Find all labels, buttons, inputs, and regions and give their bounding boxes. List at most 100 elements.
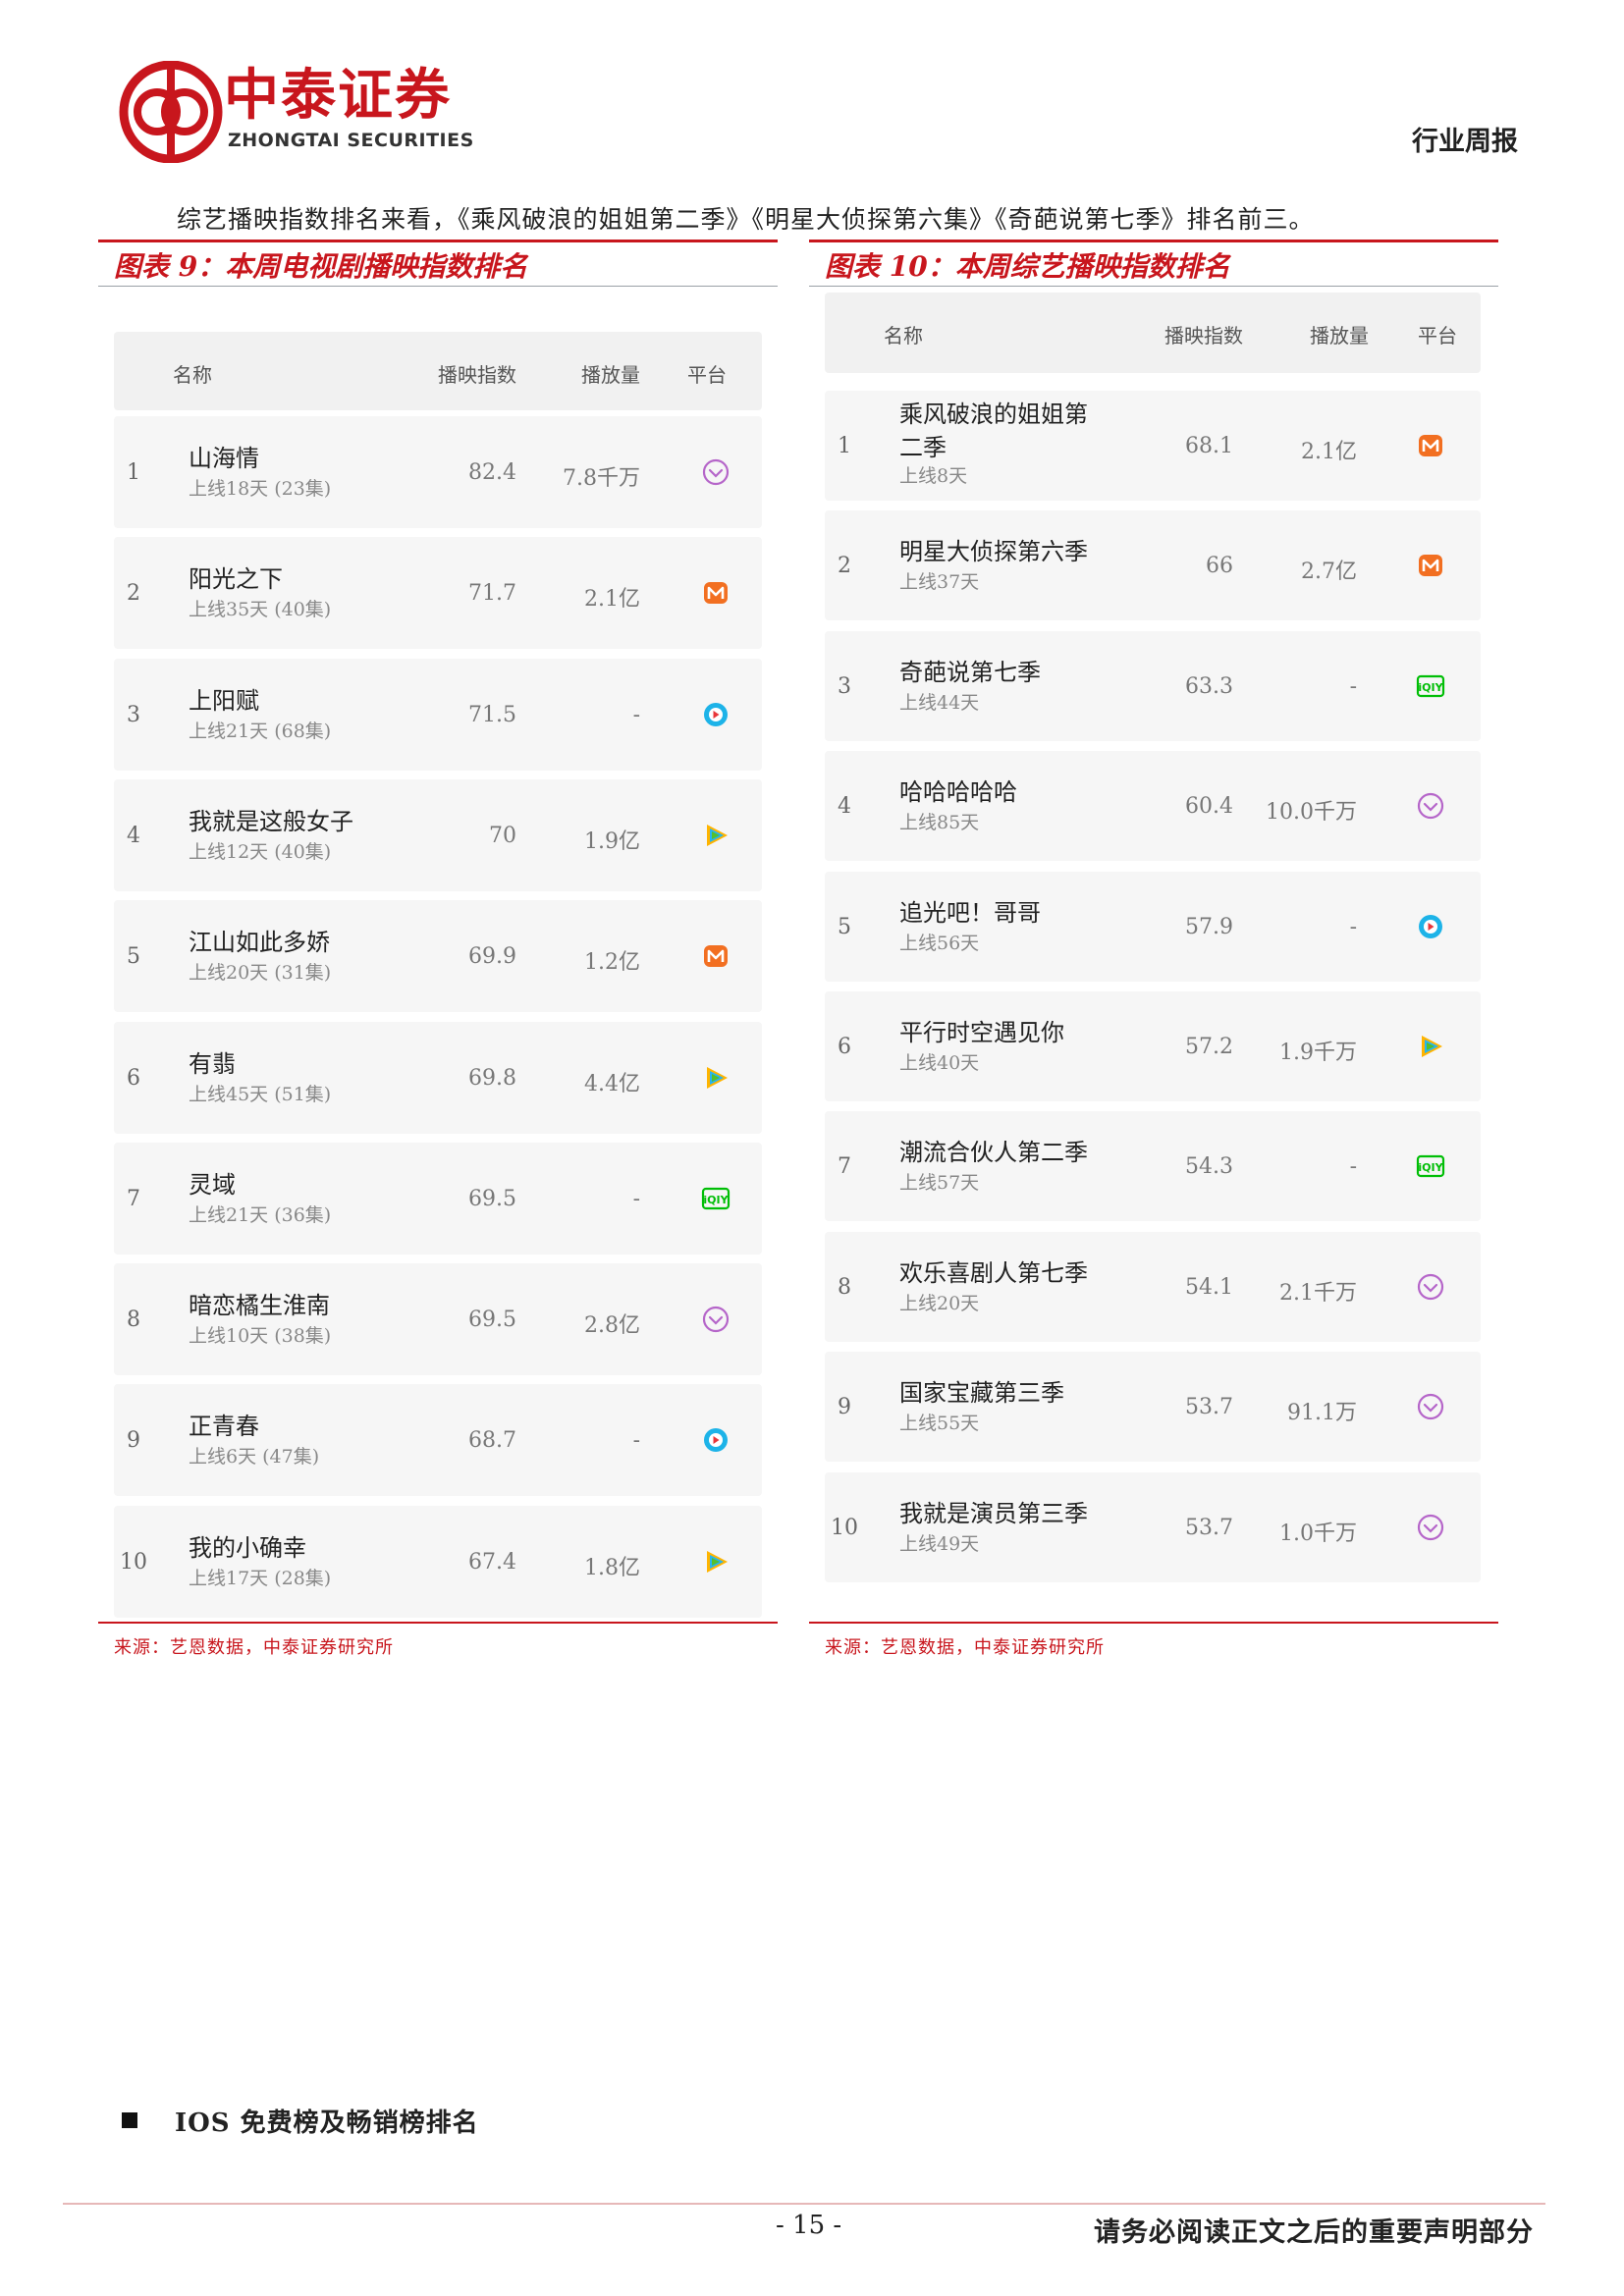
- table-row: 7 潮流合伙人第二季 上线57天 54.3 - iQIY: [825, 1111, 1481, 1222]
- table-row: 5 江山如此多娇 上线20天 (31集) 69.9 1.2亿: [114, 900, 762, 1013]
- table-row: 8 暗恋橘生淮南 上线10天 (38集) 69.5 2.8亿: [114, 1263, 762, 1376]
- table-header: 名称 播映指数 播放量 平台: [825, 293, 1481, 373]
- play-count: 2.1千万: [1279, 1280, 1357, 1306]
- section-bullet: [122, 2112, 137, 2128]
- release-info: 上线57天: [899, 1172, 980, 1195]
- release-info: 上线55天: [899, 1413, 980, 1435]
- tv-source-note: 来源：艺恩数据，中泰证券研究所: [114, 1637, 394, 1658]
- table-row: 4 我就是这般女子 上线12天 (40集) 70 1.9亿: [114, 778, 762, 891]
- table-row: 1 乘风破浪的姐姐第 二季 上线8天 68.1 2.1亿: [825, 391, 1481, 501]
- rank-number: 1: [127, 460, 140, 485]
- title-name: 我的小确幸: [189, 1533, 306, 1562]
- tencent-icon: [701, 1425, 731, 1455]
- iqiyi-icon: iQIY: [1416, 671, 1445, 701]
- variety-source-note: 来源：艺恩数据，中泰证券研究所: [825, 1637, 1105, 1658]
- rank-number: 6: [127, 1065, 140, 1091]
- play-index: 68.7: [468, 1428, 516, 1454]
- play-count: 1.2亿: [584, 950, 640, 976]
- release-info: 上线21天 (68集): [189, 720, 332, 742]
- rank-number: 6: [838, 1035, 851, 1059]
- release-info: 上线49天: [899, 1532, 980, 1555]
- rank-number: 7: [838, 1154, 851, 1180]
- table-row: 1 山海情 上线18天 (23集) 82.4 7.8千万: [114, 416, 762, 528]
- youku-icon: [1416, 1513, 1445, 1542]
- play-index: 69.5: [468, 1186, 516, 1211]
- table-row: 10 我的小确幸 上线17天 (28集) 67.4 1.8亿: [114, 1505, 762, 1618]
- column-header: 平台: [687, 363, 727, 387]
- column-header: 播放量: [1310, 324, 1369, 347]
- title-name: 灵域: [189, 1170, 236, 1199]
- title-name: 追光吧！哥哥: [899, 898, 1041, 927]
- rank-number: 9: [127, 1428, 140, 1454]
- play-index: 57.9: [1185, 914, 1233, 939]
- rank-number: 3: [127, 702, 140, 727]
- rank-number: 4: [127, 823, 140, 848]
- table-row: 2 明星大侦探第六季上线37天 66 2.7亿: [825, 510, 1481, 621]
- rank-number: 8: [838, 1274, 851, 1300]
- release-info: 上线20天: [899, 1292, 980, 1314]
- brand-name-cn: 中泰证券: [224, 64, 452, 128]
- play-count: 2.8亿: [584, 1313, 640, 1339]
- play-count: 2.1亿: [1301, 440, 1357, 464]
- play-index: 53.7: [1185, 1395, 1233, 1420]
- play-count: 1.0千万: [1279, 1521, 1357, 1546]
- zhongtai-logo: [119, 61, 223, 163]
- column-header: 平台: [1418, 324, 1457, 347]
- svg-text:iQIY: iQIY: [1418, 1161, 1443, 1174]
- play-count: 1.9千万: [1279, 1041, 1357, 1065]
- release-info: 上线17天 (28集): [189, 1567, 332, 1589]
- title-name: 奇葩说第七季: [899, 658, 1041, 686]
- tencent-video-icon: [701, 1547, 731, 1576]
- rank-number: 2: [838, 554, 851, 579]
- mgtv-icon: [1416, 431, 1445, 460]
- play-count: 7.8千万: [563, 466, 640, 491]
- play-count: -: [632, 1428, 640, 1454]
- title-name: 明星大侦探第六季: [899, 538, 1088, 566]
- page-number: - 15 -: [776, 2211, 842, 2240]
- column-header: 播映指数: [1164, 324, 1243, 347]
- tencent-video-icon: [701, 1063, 731, 1093]
- svg-text:iQIY: iQIY: [703, 1194, 729, 1206]
- tencent-icon: [701, 700, 731, 729]
- table-row: 9 国家宝藏第三季 上线55天 53.7 91.1万: [825, 1352, 1481, 1463]
- iqiyi-icon: iQIY: [1416, 1151, 1445, 1181]
- title-name-cont: 二季: [899, 434, 947, 461]
- table-row: 3 上阳赋 上线21天 (68集) 71.5 -: [114, 658, 762, 771]
- play-index: 54.3: [1185, 1154, 1233, 1180]
- rank-number: 9: [838, 1395, 851, 1420]
- title-name: 平行时空遇见你: [899, 1019, 1064, 1046]
- title-name: 暗恋橘生淮南: [189, 1292, 330, 1320]
- release-info: 上线37天: [899, 571, 980, 594]
- table-row: 9 正青春 上线6天 (47集) 68.7 -: [114, 1384, 762, 1497]
- tencent-video-icon: [1416, 1032, 1445, 1061]
- youku-icon: [1416, 1272, 1445, 1302]
- play-count: 2.7亿: [1301, 560, 1357, 585]
- release-info: 上线35天 (40集): [189, 599, 332, 621]
- footer-disclaimer: 请务必阅读正文之后的重要声明部分: [1094, 2217, 1534, 2248]
- release-info: 上线12天 (40集): [189, 840, 332, 863]
- release-info: 上线56天: [899, 932, 980, 954]
- play-index: 54.1: [1185, 1274, 1233, 1300]
- play-index: 66: [1206, 554, 1233, 579]
- youku-icon: [1416, 1392, 1445, 1421]
- play-count: 1.8亿: [584, 1555, 640, 1580]
- title-name: 山海情: [189, 445, 259, 472]
- rank-number: 2: [127, 581, 140, 607]
- release-info: 上线40天: [899, 1052, 980, 1074]
- title-name: 阳光之下: [189, 565, 283, 594]
- tv-figure-bottom-rule: [98, 1622, 778, 1624]
- rank-number: 4: [838, 794, 851, 820]
- title-name: 我就是演员第三季: [899, 1499, 1088, 1527]
- title-name: 哈哈哈哈哈: [899, 778, 1017, 807]
- play-index: 71.7: [468, 581, 516, 607]
- brand-name-en: ZHONGTAI SECURITIES: [228, 130, 474, 151]
- rank-number: 7: [127, 1186, 140, 1211]
- play-count: 10.0千万: [1266, 800, 1357, 826]
- table-row: 10 我就是演员第三季 上线49天 53.7 1.0千万: [825, 1471, 1481, 1582]
- release-info: 上线10天 (38集): [189, 1325, 332, 1348]
- release-info: 上线44天: [899, 691, 980, 714]
- play-index: 71.5: [468, 702, 516, 727]
- rank-number: 5: [127, 944, 140, 970]
- mgtv-icon: [701, 578, 731, 608]
- play-count: -: [1349, 914, 1357, 939]
